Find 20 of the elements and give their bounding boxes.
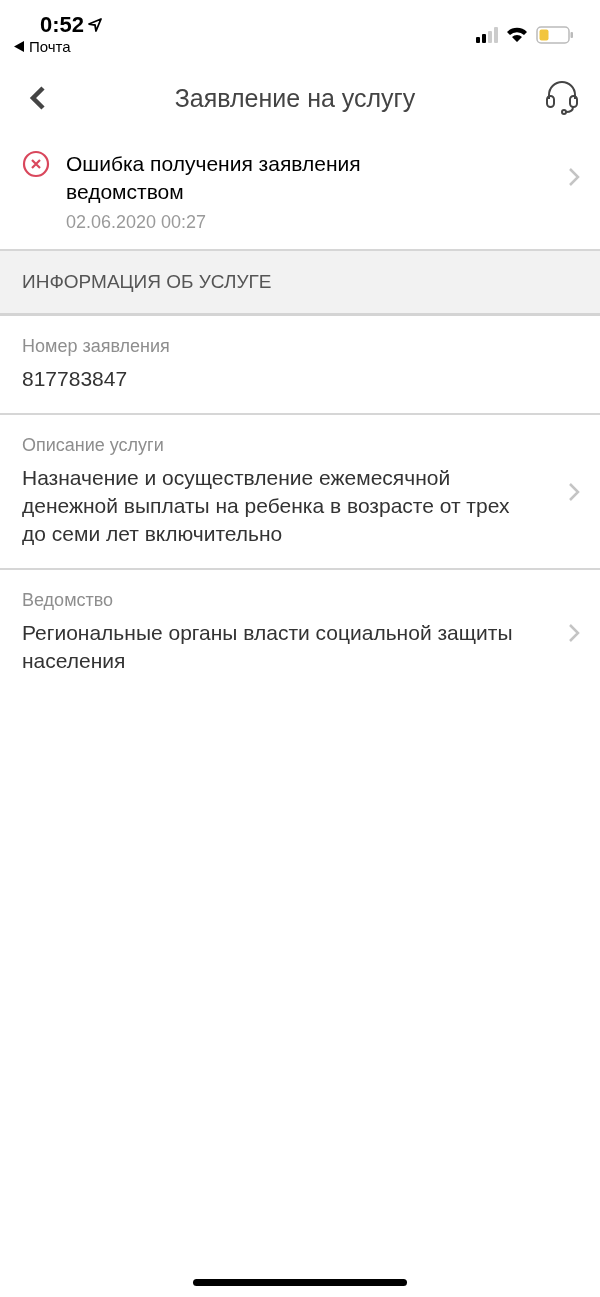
field-label: Ведомство <box>22 590 115 611</box>
status-date: 02.06.2020 00:27 <box>66 212 208 233</box>
wifi-icon <box>506 27 528 43</box>
field-value: Назначение и осуществление ежемесячной денежной выплаты на ребенка в возрасте от трех до семи лет включительно <box>22 465 511 547</box>
signal-icon <box>476 27 498 43</box>
field-label: Номер заявления <box>22 336 171 357</box>
field-value: Региональные органы власти социальной защиты населения <box>22 620 514 674</box>
back-icon[interactable] <box>28 85 46 111</box>
location-arrow-icon <box>88 18 103 32</box>
chevron-icon <box>568 166 580 187</box>
status-title: Ошибка получения заявления ведомством <box>66 151 362 205</box>
field-label: Описание услуги <box>22 435 165 456</box>
headset-icon[interactable] <box>544 81 580 115</box>
clock-time: 0:52 <box>40 12 85 38</box>
battery-icon <box>536 26 574 44</box>
screen-title: Заявление на услугу <box>174 83 416 113</box>
field-value: 817783847 <box>22 366 129 392</box>
back-triangle-icon[interactable] <box>14 41 24 52</box>
section-title: ИНФОРМАЦИЯ ОБ УСЛУГЕ <box>22 271 272 293</box>
back-to-app-link[interactable]: Почта <box>29 38 71 55</box>
